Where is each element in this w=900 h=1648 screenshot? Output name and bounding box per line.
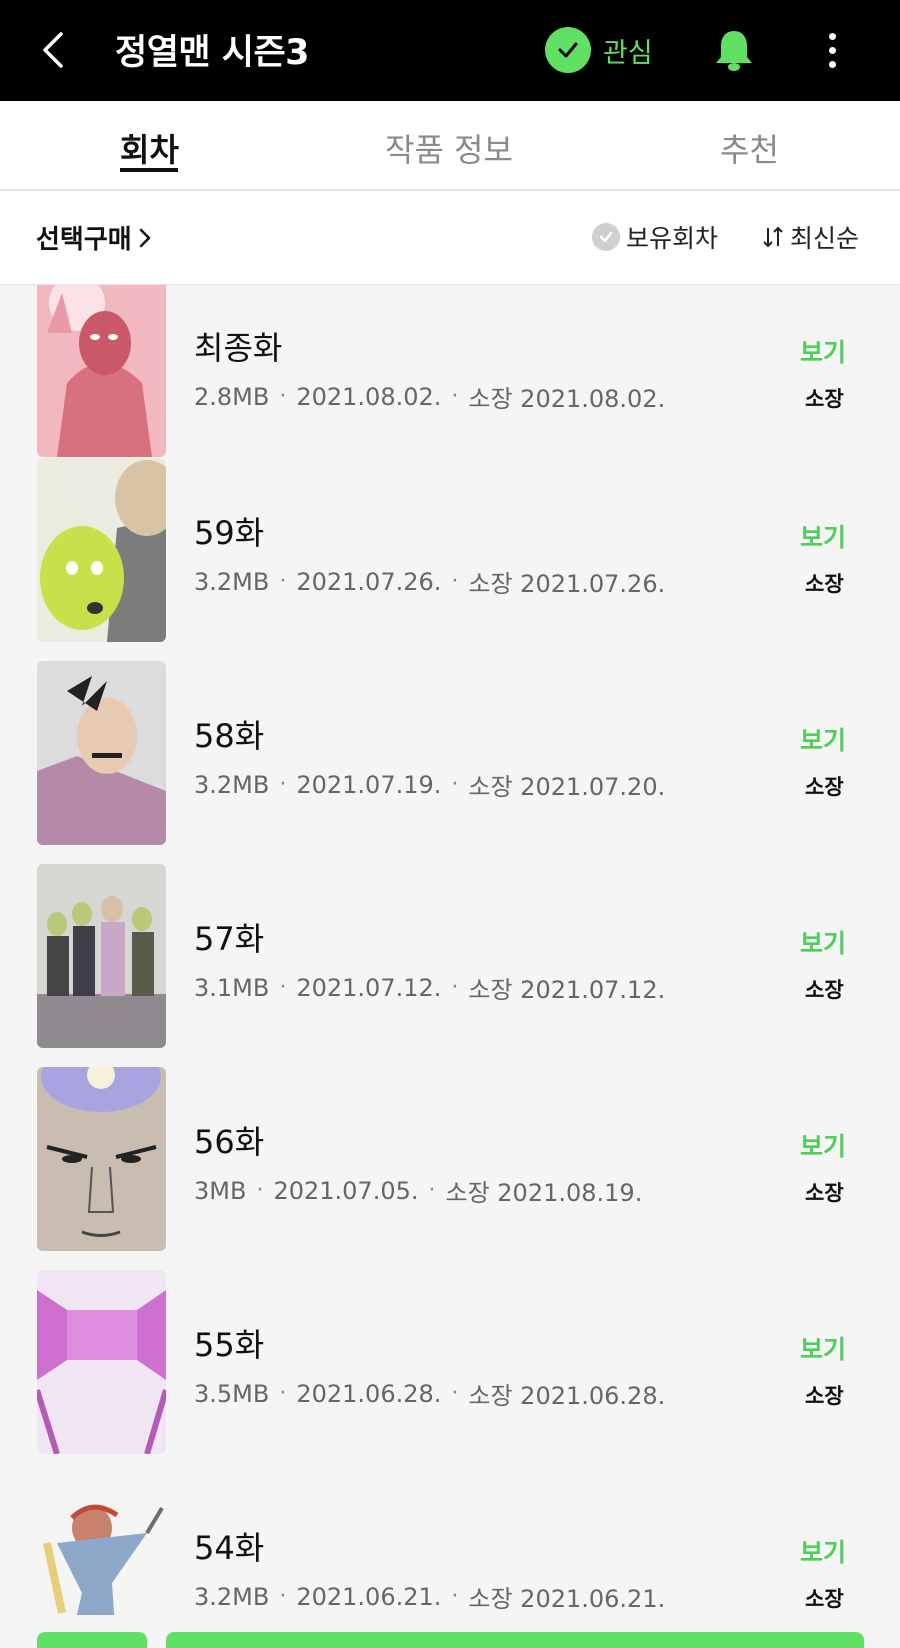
favorite-button[interactable]: 관심 [545,26,653,74]
view-button[interactable]: 보기 [800,1330,846,1366]
episode-row[interactable]: 59화 3.2MB · 2021.07.26. · 소장 2021.07.26.… [0,458,900,642]
episode-thumbnail [37,1067,166,1251]
episode-row[interactable]: 54화 3.2MB · 2021.06.21. · 소장 2021.06.21.… [0,1473,900,1615]
owned-badge: 소장 [805,775,844,799]
filter-bar: 선택구매 보유회차 최신순 [0,191,900,285]
episode-thumbnail [37,285,166,457]
episode-owned-date: 소장 2021.06.28. [468,1382,666,1410]
page-title: 정열맨 시즌3 [115,33,310,73]
episode-size: 3.2MB [194,770,270,799]
check-icon [545,27,591,73]
tab-bar: 회차 작품 정보 추천 [0,101,900,191]
episode-title: 59화 [194,514,265,552]
select-buy-label: 선택구매 [36,225,132,255]
owned-filter-label: 보유회차 [626,224,719,253]
episode-size: 3.2MB [194,567,270,596]
episode-meta: 2.8MB · 2021.08.02. · 소장 2021.08.02. [194,379,665,414]
episode-owned-date: 소장 2021.07.20. [468,773,666,801]
view-button[interactable]: 보기 [800,924,846,960]
episode-date: 2021.07.05. [273,1176,419,1205]
owned-badge: 소장 [805,978,844,1002]
favorite-label: 관심 [603,37,653,69]
episode-date: 2021.06.21. [296,1582,442,1611]
episode-owned-date: 소장 2021.07.12. [468,976,666,1004]
sort-button[interactable]: 최신순 [760,219,859,255]
owned-episodes-filter[interactable]: 보유회차 [592,219,718,255]
sort-label: 최신순 [790,224,860,253]
episode-title: 56화 [194,1123,265,1161]
episode-size: 2.8MB [194,382,270,411]
episode-title: 55화 [194,1326,265,1364]
episode-title: 54화 [194,1529,265,1567]
owned-badge: 소장 [805,1587,844,1611]
episode-row[interactable]: 57화 3.1MB · 2021.07.12. · 소장 2021.07.12.… [0,864,900,1048]
episode-owned-date: 소장 2021.08.02. [468,385,666,413]
episode-date: 2021.07.19. [296,770,442,799]
owned-badge: 소장 [805,1384,844,1408]
bottom-secondary-button[interactable] [37,1632,147,1648]
episode-size: 3.2MB [194,1582,270,1611]
view-button[interactable]: 보기 [800,721,846,757]
app-screen: 정열맨 시즌3 관심 회차 작품 정보 추천 선택구매 보유회차 최신순 최종화… [0,0,900,1648]
select-buy-button[interactable]: 선택구매 [36,219,152,256]
episode-title: 58화 [194,717,265,755]
check-circle-icon [592,223,620,251]
more-options-button[interactable] [816,26,848,74]
back-button[interactable] [28,22,76,78]
episode-title: 최종화 [194,329,283,367]
episode-meta: 3.2MB · 2021.06.21. · 소장 2021.06.21. [194,1579,665,1614]
bottom-primary-button[interactable] [166,1632,864,1648]
episode-date: 2021.07.12. [296,973,442,1002]
chevron-right-icon [139,228,150,247]
episode-date: 2021.07.26. [296,567,442,596]
episode-row[interactable]: 58화 3.2MB · 2021.07.19. · 소장 2021.07.20.… [0,661,900,845]
episode-thumbnail [37,1270,166,1454]
episode-size: 3.1MB [194,973,270,1002]
episode-meta: 3MB · 2021.07.05. · 소장 2021.08.19. [194,1173,642,1208]
episode-owned-date: 소장 2021.06.21. [468,1585,666,1613]
bell-icon [716,31,752,71]
active-tab-indicator [120,168,178,172]
more-vertical-icon [828,32,836,40]
sort-arrows-icon [763,226,783,248]
owned-badge: 소장 [805,387,844,411]
episode-list: 최종화 2.8MB · 2021.08.02. · 소장 2021.08.02.… [0,285,900,1615]
tab-recommend[interactable]: 추천 [720,125,779,171]
episode-size: 3MB [194,1176,247,1205]
tab-episodes[interactable]: 회차 [120,125,179,171]
view-button[interactable]: 보기 [800,333,846,369]
episode-meta: 3.5MB · 2021.06.28. · 소장 2021.06.28. [194,1376,665,1411]
episode-thumbnail [37,1473,166,1615]
episode-thumbnail [37,661,166,845]
episode-date: 2021.08.02. [296,382,442,411]
view-button[interactable]: 보기 [800,1533,846,1569]
tab-work-info[interactable]: 작품 정보 [385,125,513,171]
episode-row[interactable]: 최종화 2.8MB · 2021.08.02. · 소장 2021.08.02.… [0,285,900,457]
view-button[interactable]: 보기 [800,1127,846,1163]
episode-thumbnail [37,864,166,1048]
episode-title: 57화 [194,920,265,958]
episode-row[interactable]: 55화 3.5MB · 2021.06.28. · 소장 2021.06.28.… [0,1270,900,1454]
owned-badge: 소장 [805,572,844,596]
notification-button[interactable] [712,26,756,74]
episode-meta: 3.2MB · 2021.07.26. · 소장 2021.07.26. [194,564,665,599]
view-button[interactable]: 보기 [800,518,846,554]
episode-meta: 3.1MB · 2021.07.12. · 소장 2021.07.12. [194,970,665,1005]
episode-owned-date: 소장 2021.08.19. [445,1179,643,1207]
owned-badge: 소장 [805,1181,844,1205]
back-icon [43,32,63,68]
top-bar: 정열맨 시즌3 관심 [0,0,900,101]
episode-size: 3.5MB [194,1379,270,1408]
episode-thumbnail [37,458,166,642]
episode-meta: 3.2MB · 2021.07.19. · 소장 2021.07.20. [194,767,665,802]
episode-owned-date: 소장 2021.07.26. [468,570,666,598]
episode-row[interactable]: 56화 3MB · 2021.07.05. · 소장 2021.08.19. 보… [0,1067,900,1251]
episode-date: 2021.06.28. [296,1379,442,1408]
